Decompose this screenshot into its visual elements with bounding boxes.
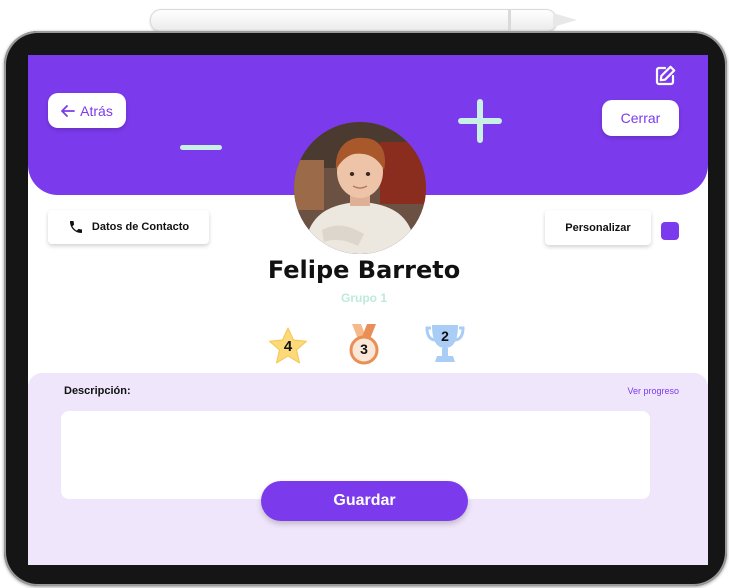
student-name: Felipe Barreto: [267, 256, 461, 284]
stylus-body: [150, 9, 557, 32]
description-label: Descripción:: [64, 385, 131, 397]
phone-icon: [69, 221, 82, 233]
view-progress-link[interactable]: Ver progreso: [627, 386, 679, 396]
color-swatch[interactable]: [661, 222, 679, 240]
back-button[interactable]: Atrás: [48, 93, 126, 128]
student-group: Grupo 1: [340, 291, 387, 305]
avatar: [294, 122, 426, 254]
stylus-band: [508, 10, 511, 30]
close-button[interactable]: Cerrar: [602, 100, 679, 136]
medal-count: 3: [360, 341, 368, 357]
stylus-tip: [553, 13, 577, 27]
star-award: 4: [268, 327, 308, 365]
trophy-award: 2: [425, 324, 465, 364]
app-screen: Atrás Cerrar Datos de Contacto Personali…: [28, 55, 708, 565]
customize-button[interactable]: Personalizar: [545, 210, 651, 245]
back-button-label: Atrás: [80, 102, 113, 119]
customize-label: Personalizar: [565, 221, 631, 234]
medal-award: 3: [346, 323, 382, 365]
close-button-label: Cerrar: [620, 110, 661, 126]
arrow-left-icon: [61, 104, 76, 117]
contact-details-label: Datos de Contacto: [91, 221, 190, 233]
description-panel: Descripción: Ver progreso: [28, 373, 708, 565]
save-button[interactable]: Guardar: [261, 481, 468, 521]
edit-icon[interactable]: [653, 64, 677, 88]
contact-details-button[interactable]: Datos de Contacto: [48, 210, 209, 244]
plus-icon[interactable]: [458, 99, 502, 143]
minus-icon[interactable]: [180, 145, 222, 150]
avatar-photo: [294, 122, 426, 254]
star-count: 4: [283, 338, 293, 355]
trophy-count: 2: [441, 328, 449, 344]
